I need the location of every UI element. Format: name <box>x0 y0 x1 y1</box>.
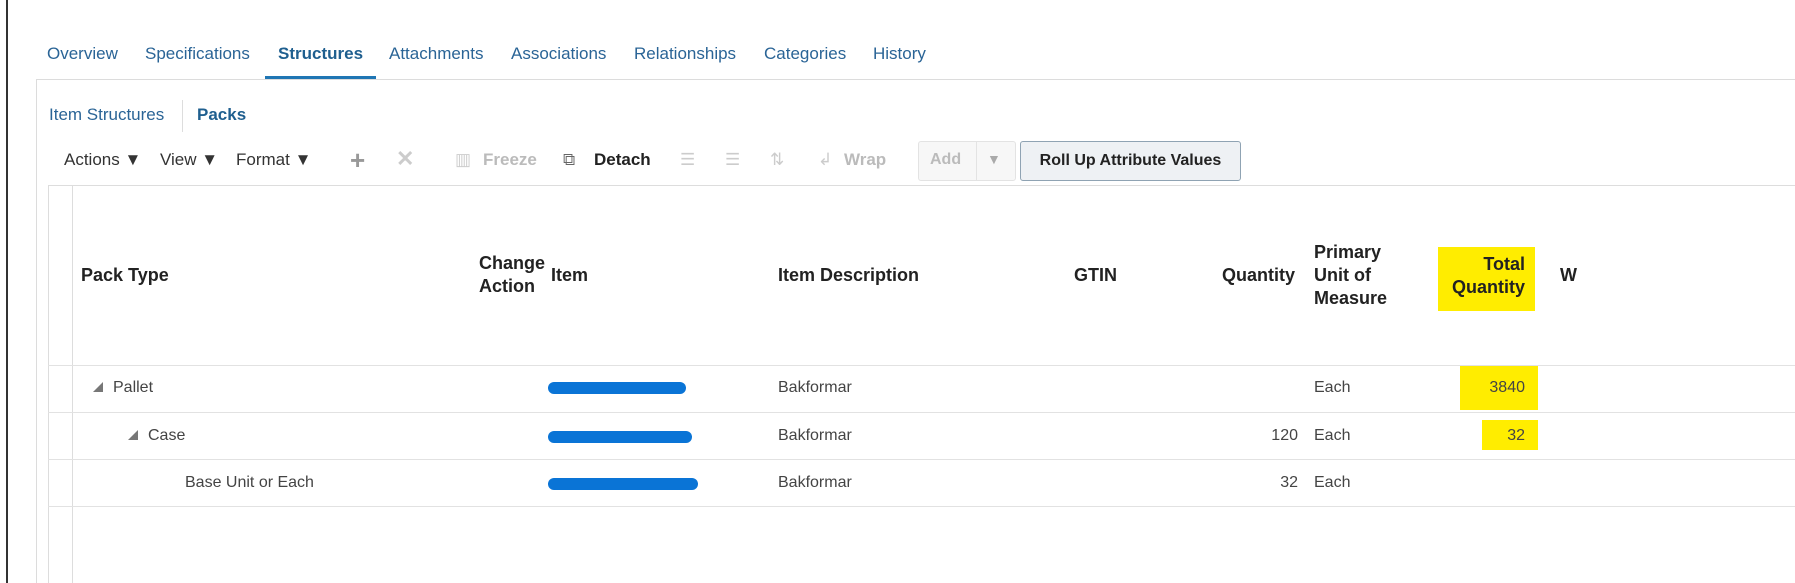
collapse-icon[interactable] <box>93 382 103 392</box>
row-divider <box>48 365 1795 366</box>
uom: Each <box>1314 379 1351 396</box>
delete-icon[interactable]: ✕ <box>396 146 414 172</box>
tab-overview[interactable]: Overview <box>47 44 118 64</box>
dropdown-arrow-icon: ▼ <box>201 150 219 169</box>
quantity: 32 <box>1280 474 1298 491</box>
active-tab-indicator <box>265 76 376 79</box>
column-header-item[interactable]: Item <box>551 264 588 287</box>
item-description: Bakformar <box>778 474 852 491</box>
wrap-icon: ↲ <box>818 150 833 169</box>
add-icon[interactable]: + <box>350 145 365 176</box>
uom: Each <box>1314 474 1351 491</box>
divider <box>976 142 977 180</box>
column-header-pack-type[interactable]: Pack Type <box>81 264 169 287</box>
redacted-item-link[interactable] <box>548 382 686 394</box>
redacted-item-link[interactable] <box>548 478 698 490</box>
column-header-change-action[interactable]: Change Action <box>479 252 545 298</box>
tab-structures[interactable]: Structures <box>278 44 363 64</box>
redacted-item-link[interactable] <box>548 431 692 443</box>
tab-associations[interactable]: Associations <box>511 44 606 64</box>
total-quantity: 32 <box>1507 427 1525 444</box>
column-header-quantity[interactable]: Quantity <box>1222 264 1295 287</box>
row-divider <box>48 506 1795 507</box>
column-header-total-quantity[interactable]: Total Quantity <box>1440 253 1525 299</box>
table-border <box>48 185 1795 186</box>
item-description: Bakformar <box>778 427 852 444</box>
actions-menu[interactable]: Actions ▼ <box>64 150 141 170</box>
detach-icon: ⧉ <box>563 150 576 169</box>
header-line: Total <box>1483 254 1525 274</box>
header-line: Unit of <box>1314 265 1371 285</box>
tab-specifications[interactable]: Specifications <box>145 44 250 64</box>
row-divider <box>48 412 1795 413</box>
dropdown-arrow-icon[interactable]: ▼ <box>987 151 1001 167</box>
header-line: Quantity <box>1451 277 1525 297</box>
pack-type-cell: Case <box>128 427 185 445</box>
item-description: Bakformar <box>778 379 852 396</box>
table-border <box>72 185 73 583</box>
uom: Each <box>1314 427 1351 444</box>
column-header-primary-uom[interactable]: Primary Unit of Measure <box>1314 241 1387 310</box>
total-quantity: 3840 <box>1489 379 1525 396</box>
dropdown-arrow-icon: ▼ <box>294 150 312 169</box>
tab-history[interactable]: History <box>873 44 926 64</box>
dropdown-arrow-icon: ▼ <box>124 150 142 169</box>
pack-type: Case <box>148 427 186 444</box>
column-header-gtin[interactable]: GTIN <box>1074 264 1117 287</box>
pack-type: Pallet <box>113 379 154 396</box>
detach-button[interactable]: Detach <box>594 150 651 170</box>
insert-row-icon[interactable]: ☰ <box>680 150 695 170</box>
pack-type: Base Unit or Each <box>185 474 314 491</box>
window-border <box>6 0 8 583</box>
roll-up-attribute-values-button[interactable]: Roll Up Attribute Values <box>1020 141 1241 181</box>
row-divider <box>48 459 1795 460</box>
tab-relationships[interactable]: Relationships <box>634 44 736 64</box>
header-line: Measure <box>1314 288 1388 308</box>
add-split-button[interactable]: Add ▼ <box>918 141 1016 181</box>
divider <box>36 79 1795 80</box>
column-header-item-description[interactable]: Item Description <box>778 264 919 287</box>
view-label: View <box>160 150 197 169</box>
wrap-button[interactable]: Wrap <box>844 150 886 170</box>
move-icon[interactable]: ⇅ <box>770 150 784 170</box>
column-header-partial[interactable]: W <box>1560 264 1577 287</box>
header-line: Action <box>479 276 535 296</box>
add-label: Add <box>930 151 962 168</box>
pack-type-cell: Pallet <box>93 379 153 397</box>
divider <box>182 100 183 132</box>
subtab-packs[interactable]: Packs <box>197 105 246 125</box>
collapse-icon[interactable] <box>128 430 138 440</box>
view-menu[interactable]: View ▼ <box>160 150 218 170</box>
quantity: 120 <box>1271 427 1298 444</box>
tab-attachments[interactable]: Attachments <box>389 44 484 64</box>
freeze-button[interactable]: Freeze <box>483 150 537 170</box>
header-line: Primary <box>1314 242 1382 262</box>
actions-label: Actions <box>64 150 120 169</box>
format-menu[interactable]: Format ▼ <box>236 150 311 170</box>
header-line: Change <box>479 253 546 273</box>
subtab-item-structures[interactable]: Item Structures <box>49 105 164 125</box>
insert-row-above-icon[interactable]: ☰ <box>725 150 740 170</box>
divider <box>36 80 37 583</box>
tab-categories[interactable]: Categories <box>764 44 846 64</box>
format-label: Format <box>236 150 290 169</box>
freeze-icon: ▥ <box>455 150 472 169</box>
table-border <box>48 185 49 583</box>
